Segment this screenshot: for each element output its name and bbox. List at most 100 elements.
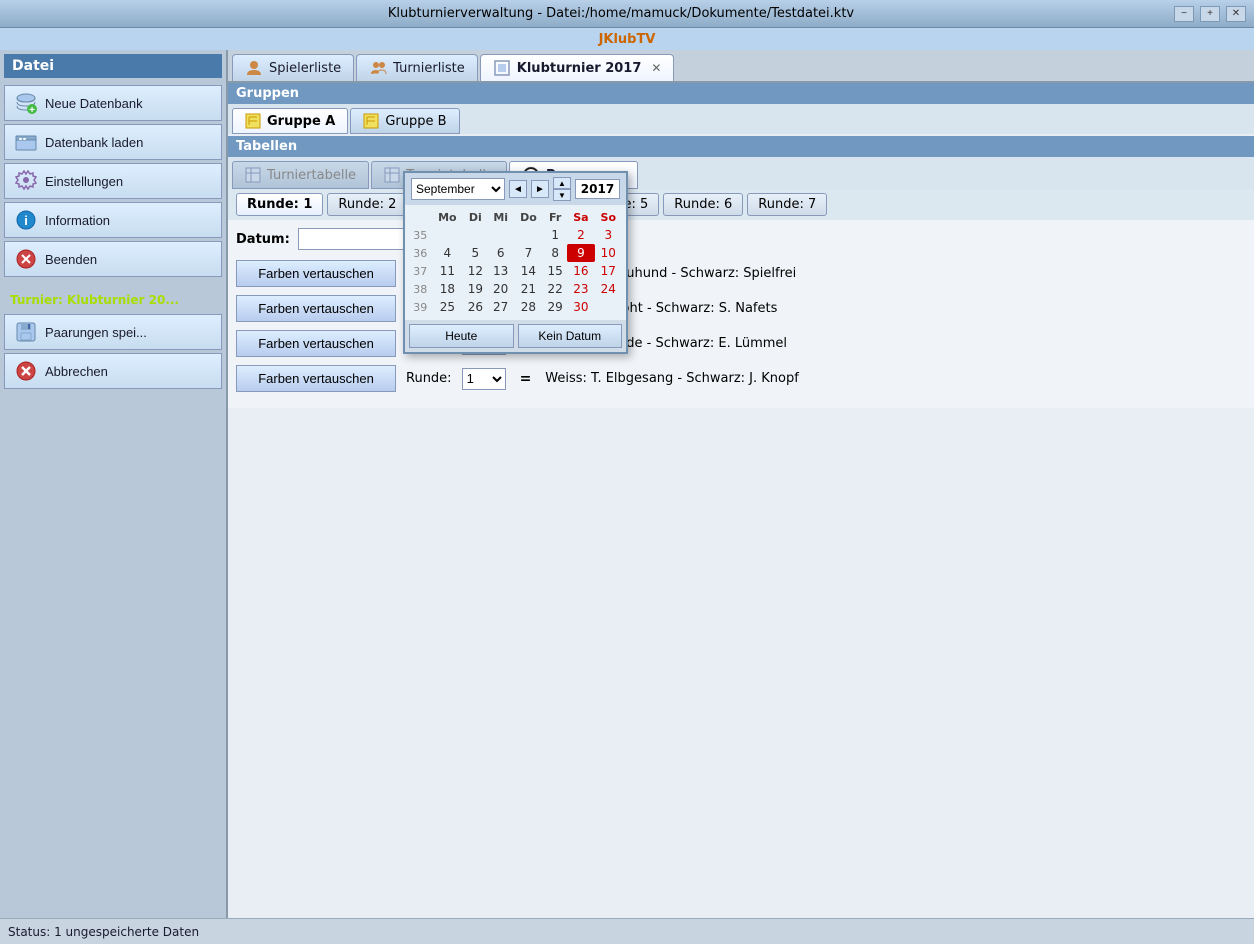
cal-sa-header: Sa bbox=[567, 209, 594, 226]
pairings-area: Datum: bbox=[228, 220, 1254, 408]
cal-day[interactable]: 30 bbox=[567, 298, 594, 316]
cal-day[interactable]: 7 bbox=[514, 244, 543, 262]
title-bar: Klubturnierverwaltung - Datei:/home/mamu… bbox=[0, 0, 1254, 28]
cal-day[interactable]: 21 bbox=[514, 280, 543, 298]
calendar-month-select[interactable]: JanuarFebruarMärzApril MaiJuniJuliAugust… bbox=[411, 178, 505, 200]
runden-row: Runde: 1 Runde: 2 Runde: 3 Runde: 4 Rund… bbox=[228, 189, 1254, 220]
cal-week-num: 38 bbox=[409, 280, 432, 298]
turniertabelle-tab[interactable]: Turniertabelle bbox=[232, 161, 369, 189]
cal-day[interactable]: 12 bbox=[463, 262, 487, 280]
runde-2-tab[interactable]: Runde: 2 bbox=[327, 193, 407, 216]
cal-day[interactable]: 9 bbox=[567, 244, 594, 262]
runde-select-3[interactable]: 1234567 bbox=[462, 368, 506, 390]
cal-day[interactable]: 11 bbox=[432, 262, 464, 280]
cal-day[interactable]: 4 bbox=[432, 244, 464, 262]
abbrechen-icon bbox=[15, 360, 37, 382]
tab-content: Gruppen Gruppe A bbox=[228, 83, 1254, 918]
beenden-icon bbox=[15, 248, 37, 270]
cal-day[interactable]: 26 bbox=[463, 298, 487, 316]
cal-day[interactable]: 8 bbox=[543, 244, 567, 262]
pairing-text-3: Weiss: T. Elbgesang - Schwarz: J. Knopf bbox=[545, 371, 799, 386]
calendar-prev-month[interactable]: ◄ bbox=[509, 180, 527, 198]
tab-turnierliste[interactable]: Turnierliste bbox=[356, 54, 478, 81]
maximize-button[interactable]: + bbox=[1200, 6, 1220, 22]
gruppen-header: Gruppen bbox=[228, 83, 1254, 104]
calendar-year-up[interactable]: ▲ bbox=[553, 177, 571, 189]
runde-7-tab[interactable]: Runde: 7 bbox=[747, 193, 827, 216]
tab-close-button[interactable]: ✕ bbox=[651, 61, 661, 75]
beenden-button[interactable]: Beenden bbox=[4, 241, 222, 277]
beenden-label: Beenden bbox=[45, 252, 97, 267]
cal-day[interactable]: 2 bbox=[567, 226, 594, 244]
cal-day[interactable]: 29 bbox=[543, 298, 567, 316]
einstellungen-button[interactable]: Einstellungen bbox=[4, 163, 222, 199]
cal-day bbox=[432, 226, 464, 244]
cal-day[interactable]: 15 bbox=[543, 262, 567, 280]
window-controls: − + ✕ bbox=[1174, 6, 1246, 22]
einstellungen-icon bbox=[15, 170, 37, 192]
pairing-row-1: Farben vertauschen Runde: 1234567 = Weis… bbox=[236, 295, 1246, 322]
gruppe-a-label: Gruppe A bbox=[267, 114, 335, 129]
cal-day[interactable]: 22 bbox=[543, 280, 567, 298]
cal-day[interactable]: 25 bbox=[432, 298, 464, 316]
neue-datenbank-button[interactable]: + Neue Datenbank bbox=[4, 85, 222, 121]
cal-day[interactable]: 10 bbox=[595, 244, 622, 262]
cal-day[interactable]: 6 bbox=[488, 244, 514, 262]
cal-week-num: 36 bbox=[409, 244, 432, 262]
farben-vertauschen-1[interactable]: Farben vertauschen bbox=[236, 295, 396, 322]
datum-input[interactable] bbox=[298, 228, 418, 250]
runde-6-tab[interactable]: Runde: 6 bbox=[663, 193, 743, 216]
abbrechen-label: Abbrechen bbox=[45, 364, 108, 379]
calendar-overlay: JanuarFebruarMärzApril MaiJuniJuliAugust… bbox=[403, 171, 628, 354]
cal-day[interactable]: 19 bbox=[463, 280, 487, 298]
cal-day[interactable]: 17 bbox=[595, 262, 622, 280]
cal-day[interactable]: 24 bbox=[595, 280, 622, 298]
farben-vertauschen-2[interactable]: Farben vertauschen bbox=[236, 330, 396, 357]
cal-day[interactable]: 3 bbox=[595, 226, 622, 244]
close-window-button[interactable]: ✕ bbox=[1226, 6, 1246, 22]
cal-day[interactable]: 23 bbox=[567, 280, 594, 298]
datenbank-laden-button[interactable]: Datenbank laden bbox=[4, 124, 222, 160]
tab-spielerliste[interactable]: Spielerliste bbox=[232, 54, 354, 81]
datenbank-laden-label: Datenbank laden bbox=[45, 135, 143, 150]
cal-day bbox=[514, 226, 543, 244]
cal-day[interactable]: 5 bbox=[463, 244, 487, 262]
cal-day[interactable]: 28 bbox=[514, 298, 543, 316]
farben-vertauschen-0[interactable]: Farben vertauschen bbox=[236, 260, 396, 287]
cal-fr-header: Fr bbox=[543, 209, 567, 226]
heute-button[interactable]: Heute bbox=[409, 324, 514, 348]
gruppe-b-label: Gruppe B bbox=[385, 114, 446, 129]
gruppe-b-tab[interactable]: Gruppe B bbox=[350, 108, 459, 134]
gruppe-a-icon bbox=[245, 113, 261, 129]
gruppe-a-tab[interactable]: Gruppe A bbox=[232, 108, 348, 134]
cal-day[interactable]: 13 bbox=[488, 262, 514, 280]
tab-klubturnier[interactable]: Klubturnier 2017 ✕ bbox=[480, 54, 675, 81]
equals-3: = bbox=[520, 371, 532, 387]
spielerliste-tab-icon bbox=[245, 59, 263, 77]
calendar-year-down[interactable]: ▼ bbox=[553, 189, 571, 201]
calendar-next-month[interactable]: ► bbox=[531, 180, 549, 198]
cal-day[interactable]: 20 bbox=[488, 280, 514, 298]
neue-db-icon: + bbox=[15, 92, 37, 114]
cal-week-num: 39 bbox=[409, 298, 432, 316]
tab-spielerliste-label: Spielerliste bbox=[269, 61, 341, 76]
minimize-button[interactable]: − bbox=[1174, 6, 1194, 22]
sidebar: Datei + Neue Datenbank bbox=[0, 50, 228, 918]
runde-label-3: Runde: bbox=[406, 371, 452, 386]
sidebar-header: Datei bbox=[4, 54, 222, 78]
app-bar: JKlubTV bbox=[0, 28, 1254, 50]
cal-day bbox=[488, 226, 514, 244]
cal-day[interactable]: 14 bbox=[514, 262, 543, 280]
information-button[interactable]: i Information bbox=[4, 202, 222, 238]
klubturnier-tab-icon bbox=[493, 59, 511, 77]
paarungen-speichern-button[interactable]: Paarungen spei... bbox=[4, 314, 222, 350]
cal-day[interactable]: 16 bbox=[567, 262, 594, 280]
calendar-grid: Mo Di Mi Do Fr Sa So 3512336456789103711… bbox=[405, 205, 626, 320]
cal-day[interactable]: 1 bbox=[543, 226, 567, 244]
abbrechen-button[interactable]: Abbrechen bbox=[4, 353, 222, 389]
cal-day[interactable]: 18 bbox=[432, 280, 464, 298]
cal-day[interactable]: 27 bbox=[488, 298, 514, 316]
farben-vertauschen-3[interactable]: Farben vertauschen bbox=[236, 365, 396, 392]
kein-datum-button[interactable]: Kein Datum bbox=[518, 324, 623, 348]
runde-1-tab[interactable]: Runde: 1 bbox=[236, 193, 323, 216]
